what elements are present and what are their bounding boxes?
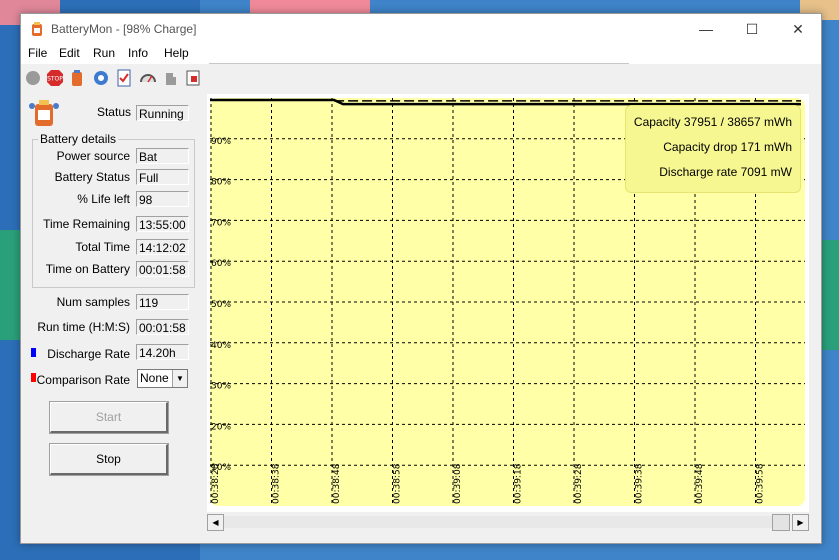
capacity-text: Capacity 37951 / 38657 mWh — [633, 115, 792, 129]
discharge-rate-color-swatch — [31, 348, 36, 357]
scroll-thumb[interactable] — [772, 514, 790, 531]
comparison-rate-color-swatch — [31, 373, 36, 382]
svg-text:STOP: STOP — [47, 76, 63, 83]
scroll-track[interactable] — [224, 516, 772, 528]
status-label: Status — [96, 105, 131, 119]
close-button[interactable]: ✕ — [775, 14, 821, 44]
batterymon-window: BatteryMon - [98% Charge] — ☐ ✕ File Edi… — [20, 13, 822, 544]
scroll-right-arrow[interactable]: ▶ — [792, 514, 809, 531]
y-tick-label: 20% — [211, 422, 231, 432]
menu-edit[interactable]: Edit — [59, 46, 80, 60]
run-time-label: Run time (H:M:S) — [37, 320, 130, 334]
x-tick-label: 00:39:28 — [574, 463, 584, 504]
title-bar[interactable]: BatteryMon - [98% Charge] — ☐ ✕ — [21, 14, 821, 44]
x-tick-label: 00:39:38 — [635, 463, 645, 504]
y-tick-label: 40% — [211, 341, 231, 351]
life-left-label: % Life left — [77, 192, 130, 206]
time-on-battery-field: 00:01:58 — [136, 261, 189, 277]
menu-bar: File Edit Run Info Help — [21, 44, 821, 64]
y-tick-label: 30% — [211, 382, 231, 392]
x-tick-label: 00:39:08 — [453, 463, 463, 504]
total-time-field: 14:12:02 — [136, 239, 189, 255]
discharge-rate-text: Discharge rate 7091 mW — [659, 165, 792, 179]
battery-chart: 90% 80% 70% 60% 50% 40% 30% 20% 10% 00:38:28 00:38… — [207, 94, 809, 512]
info-box: Capacity 37951 / 38657 mWh Capacity drop… — [625, 105, 801, 193]
settings-icon[interactable] — [91, 68, 111, 88]
battery-status-label: Battery Status — [54, 170, 130, 184]
menu-info[interactable]: Info — [128, 46, 148, 60]
x-tick-label: 00:38:28 — [211, 463, 221, 504]
window-title: BatteryMon - [98% Charge] — [51, 22, 197, 36]
toolbar: STOP — [21, 66, 821, 90]
y-tick-label: 60% — [211, 259, 231, 269]
record-icon[interactable] — [23, 68, 43, 88]
num-samples-label: Num samples — [56, 295, 130, 309]
comparison-rate-select[interactable]: None ▼ — [137, 369, 188, 388]
checklist-icon[interactable] — [114, 68, 134, 88]
run-time-field: 00:01:58 — [136, 319, 189, 335]
capacity-drop-text: Capacity drop 171 mWh — [663, 140, 792, 154]
discharge-rate-label: Discharge Rate — [47, 347, 130, 361]
menu-file[interactable]: File — [28, 46, 47, 60]
menu-run[interactable]: Run — [93, 46, 115, 60]
battery-icon[interactable] — [67, 68, 87, 88]
time-on-battery-label: Time on Battery — [45, 262, 130, 276]
battery-status-field: Full — [136, 169, 189, 185]
power-source-field: Bat — [136, 148, 189, 164]
y-tick-label: 70% — [211, 218, 231, 228]
chart-scrollbar[interactable]: ◀ ▶ — [207, 514, 809, 531]
num-samples-field: 119 — [136, 294, 189, 310]
stop-icon[interactable]: STOP — [45, 68, 65, 88]
life-left-field: 98 — [136, 191, 189, 207]
time-remaining-label: Time Remaining — [43, 217, 130, 231]
x-tick-label: 00:39:48 — [695, 463, 705, 504]
scroll-left-arrow[interactable]: ◀ — [207, 514, 224, 531]
x-tick-label: 00:39:58 — [756, 463, 766, 504]
gauge-icon[interactable] — [138, 68, 158, 88]
battery-app-icon — [32, 22, 42, 36]
total-time-label: Total Time — [75, 240, 130, 254]
start-button[interactable]: Start — [49, 401, 169, 434]
time-remaining-field: 13:55:00 — [136, 216, 189, 232]
x-tick-label: 00:38:48 — [332, 463, 342, 504]
chevron-down-icon[interactable]: ▼ — [172, 370, 187, 387]
x-tick-label: 00:38:38 — [272, 463, 282, 504]
y-tick-label: 80% — [211, 178, 231, 188]
maximize-button[interactable]: ☐ — [729, 14, 775, 44]
discharge-rate-field: 14.20h — [136, 344, 189, 360]
comparison-rate-label: Comparison Rate — [36, 373, 130, 387]
desktop-shape — [250, 0, 370, 14]
y-tick-label: 50% — [211, 300, 231, 310]
stop-button[interactable]: Stop — [49, 443, 169, 476]
menu-help[interactable]: Help — [164, 46, 189, 60]
x-tick-label: 00:38:58 — [393, 463, 403, 504]
battery-details-title: Battery details — [38, 132, 119, 146]
y-tick-label: 90% — [211, 137, 231, 147]
power-source-label: Power source — [56, 149, 130, 163]
x-tick-label: 00:39:18 — [514, 463, 524, 504]
log-icon[interactable] — [183, 68, 203, 88]
comparison-rate-value: None — [140, 371, 169, 385]
minimize-button[interactable]: — — [683, 14, 729, 44]
puzzle-icon[interactable] — [161, 68, 181, 88]
status-field: Running — [136, 105, 189, 121]
battery-status-icon — [29, 100, 59, 126]
menu-separator — [209, 63, 629, 64]
